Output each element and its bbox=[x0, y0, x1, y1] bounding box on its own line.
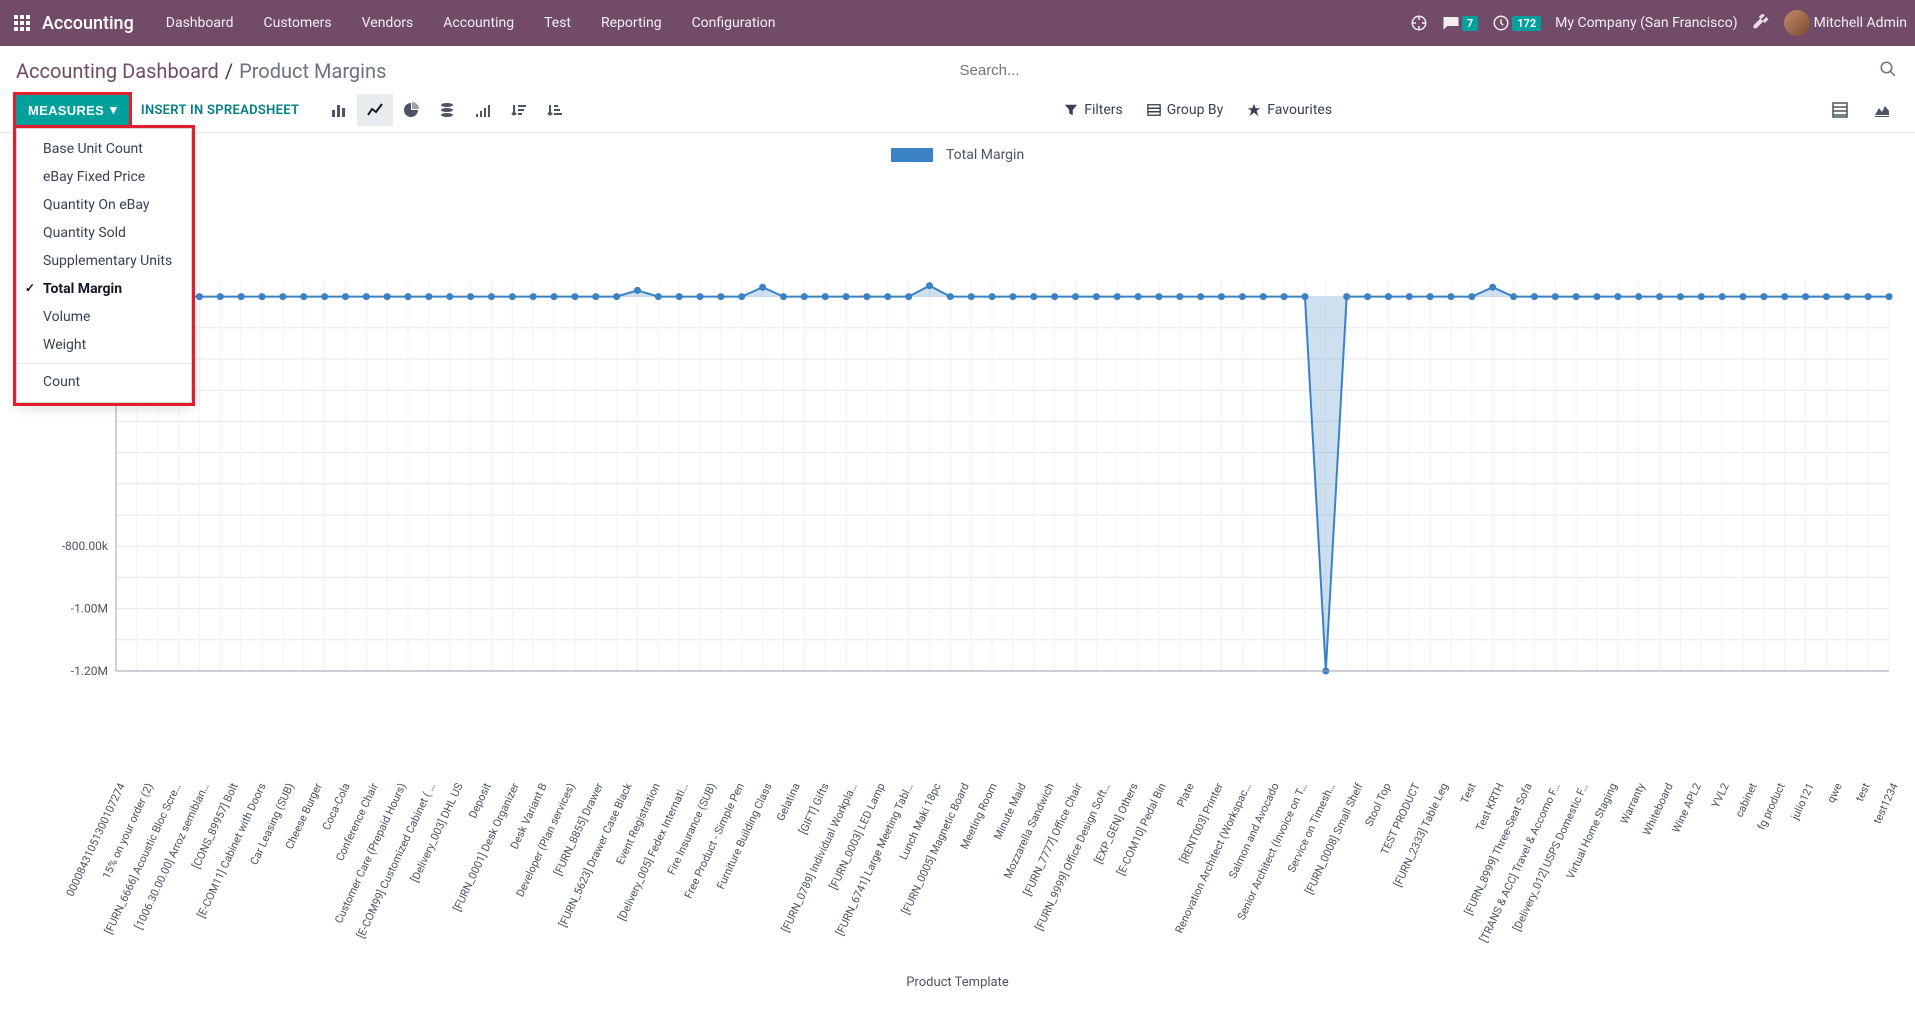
stack-chart-icon[interactable] bbox=[429, 94, 465, 126]
measures-dropdown: Base Unit CounteBay Fixed PriceQuantity … bbox=[16, 128, 192, 403]
menu-dashboard[interactable]: Dashboard bbox=[152, 9, 248, 37]
svg-text:-1.20M: -1.20M bbox=[71, 664, 108, 678]
messages-badge: 7 bbox=[1462, 16, 1478, 31]
chart-area: Total Margin -1.20M -1.00M -800.00k 000084… bbox=[0, 133, 1915, 1010]
measure-option[interactable]: eBay Fixed Price bbox=[17, 163, 191, 191]
topbar-right: 7 172 My Company (San Francisco) Mitchel… bbox=[1410, 10, 1907, 36]
pie-chart-icon[interactable] bbox=[393, 94, 429, 126]
pivot-view-icon[interactable] bbox=[1823, 95, 1857, 125]
measure-option[interactable]: Weight bbox=[17, 331, 191, 359]
search-icon[interactable] bbox=[1879, 60, 1897, 82]
breadcrumb: Accounting Dashboard / Product Margins bbox=[16, 59, 386, 83]
svg-text:-800.00k: -800.00k bbox=[62, 539, 109, 553]
company-switcher[interactable]: My Company (San Francisco) bbox=[1555, 15, 1737, 31]
filters-button[interactable]: Filters bbox=[1064, 102, 1123, 118]
legend-swatch bbox=[891, 148, 933, 162]
messages-icon[interactable]: 7 bbox=[1442, 14, 1478, 32]
breadcrumb-parent[interactable]: Accounting Dashboard bbox=[16, 59, 219, 83]
menu-accounting[interactable]: Accounting bbox=[429, 9, 528, 37]
insert-spreadsheet-button[interactable]: INSERT IN SPREADSHEET bbox=[135, 96, 305, 125]
line-chart: -1.20M -1.00M -800.00k bbox=[16, 171, 1899, 781]
activities-badge: 172 bbox=[1512, 16, 1541, 31]
legend-label: Total Margin bbox=[946, 147, 1024, 163]
chart-type-buttons bbox=[321, 94, 573, 126]
measure-option[interactable]: Volume bbox=[17, 303, 191, 331]
menu-test[interactable]: Test bbox=[530, 9, 585, 37]
apps-icon[interactable] bbox=[8, 9, 36, 37]
user-name: Mitchell Admin bbox=[1814, 15, 1907, 31]
svg-text:-1.00M: -1.00M bbox=[71, 602, 108, 616]
support-icon[interactable] bbox=[1410, 14, 1428, 32]
menu-reporting[interactable]: Reporting bbox=[587, 9, 676, 37]
bar-chart-icon[interactable] bbox=[321, 94, 357, 126]
breadcrumb-current: Product Margins bbox=[239, 59, 386, 83]
groupby-button[interactable]: Group By bbox=[1147, 102, 1224, 118]
ascending-icon[interactable] bbox=[465, 94, 501, 126]
line-chart-icon[interactable] bbox=[357, 94, 393, 126]
favourites-button[interactable]: Favourites bbox=[1247, 102, 1332, 118]
search-input[interactable] bbox=[958, 56, 1900, 86]
menu-configuration[interactable]: Configuration bbox=[678, 9, 790, 37]
caret-down-icon: ▾ bbox=[110, 102, 117, 118]
app-brand[interactable]: Accounting bbox=[42, 13, 134, 34]
measure-option-count[interactable]: Count bbox=[17, 368, 191, 396]
measure-option[interactable]: Base Unit Count bbox=[17, 135, 191, 163]
menu-customers[interactable]: Customers bbox=[250, 9, 346, 37]
user-menu[interactable]: Mitchell Admin bbox=[1784, 10, 1907, 36]
measure-option[interactable]: Quantity On eBay bbox=[17, 191, 191, 219]
measure-option[interactable]: Supplementary Units bbox=[17, 247, 191, 275]
control-panel: Accounting Dashboard / Product Margins M… bbox=[0, 46, 1915, 133]
menu-vendors[interactable]: Vendors bbox=[348, 9, 428, 37]
graph-view-icon[interactable] bbox=[1865, 95, 1899, 125]
avatar bbox=[1784, 10, 1810, 36]
settings-icon[interactable] bbox=[1752, 14, 1770, 32]
search bbox=[958, 56, 1900, 86]
topbar: Accounting Dashboard Customers Vendors A… bbox=[0, 0, 1915, 46]
top-menu: Dashboard Customers Vendors Accounting T… bbox=[152, 9, 790, 37]
x-axis-ticks: 0000843105130010727415% on your order (2… bbox=[116, 781, 1889, 971]
sort-desc-icon[interactable] bbox=[501, 94, 537, 126]
measure-option[interactable]: Total Margin bbox=[17, 275, 191, 303]
sort-asc-icon[interactable] bbox=[537, 94, 573, 126]
measure-option[interactable]: Quantity Sold bbox=[17, 219, 191, 247]
measures-button[interactable]: MEASURES ▾ bbox=[16, 95, 129, 125]
activities-icon[interactable]: 172 bbox=[1492, 14, 1541, 32]
chart-legend: Total Margin bbox=[16, 147, 1899, 163]
